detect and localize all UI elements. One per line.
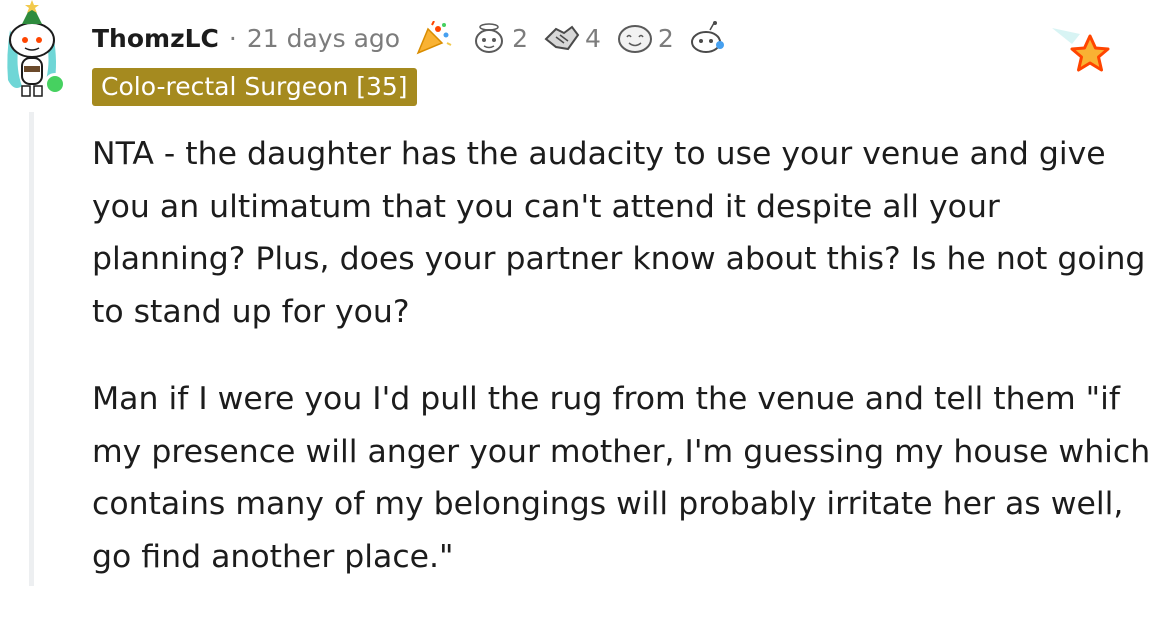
face-award-icon xyxy=(617,25,652,53)
award-party-popper[interactable] xyxy=(414,21,455,55)
thread-line[interactable] xyxy=(29,112,34,586)
separator: · xyxy=(228,23,237,53)
award-snoo[interactable] xyxy=(688,21,731,55)
avatar[interactable] xyxy=(0,0,72,104)
award-wholesome[interactable]: 2 xyxy=(469,21,528,55)
timestamp-link[interactable]: 21 days ago xyxy=(247,24,400,53)
comment-body: NTA - the daughter has the audacity to u… xyxy=(92,128,1162,618)
online-status-indicator xyxy=(44,73,66,95)
comment-paragraph: Man if I were you I'd pull the rug from … xyxy=(92,381,1151,575)
comment-header: ThomzLC · 21 days ago 2 4 2 xyxy=(92,18,731,58)
award-face[interactable]: 2 xyxy=(615,21,674,55)
handshake-award-icon xyxy=(544,25,580,51)
star-icon xyxy=(1052,28,1110,72)
award-handshake[interactable]: 4 xyxy=(542,21,601,55)
user-flair: Colo-rectal Surgeon [35] xyxy=(92,68,417,106)
comment-paragraph: NTA - the daughter has the audacity to u… xyxy=(92,136,1146,330)
snoo-award-icon xyxy=(690,21,724,53)
wholesome-award-icon xyxy=(475,23,504,53)
username-link[interactable]: ThomzLC xyxy=(92,24,219,53)
party-popper-award-icon xyxy=(416,21,452,55)
award-star-button[interactable] xyxy=(1050,26,1116,82)
